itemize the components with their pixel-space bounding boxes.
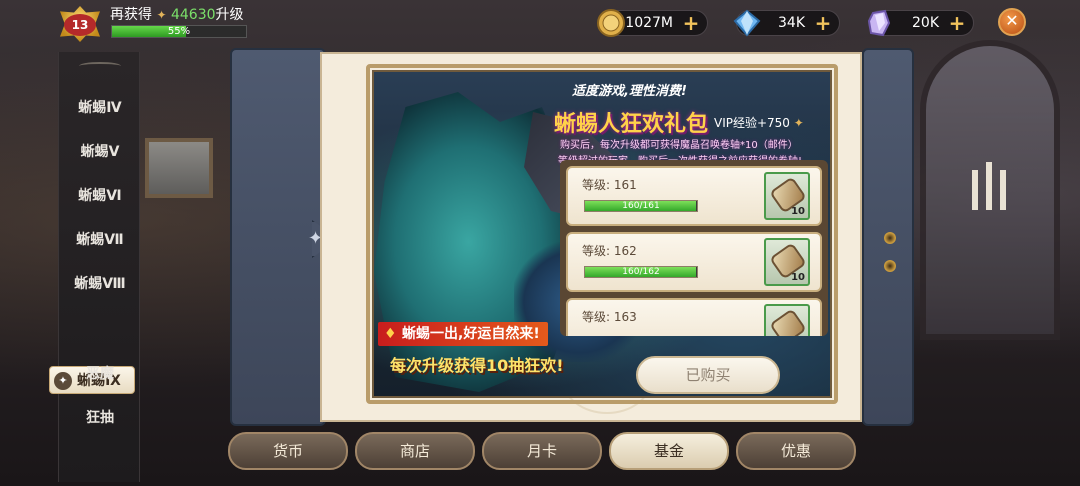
purchased-button[interactable]: 已购买 — [636, 356, 780, 394]
reward-count: 10 — [791, 206, 805, 217]
sidebar-item-demon[interactable]: 恶魔 — [59, 360, 141, 388]
book-cover-left: ✦ — [230, 48, 338, 426]
diamond-value: 34K — [778, 15, 805, 31]
rivet-icon — [884, 260, 896, 272]
currency-crystal: 20K + — [867, 9, 974, 37]
scroll-reward[interactable]: 10 — [764, 304, 810, 336]
exp-progress-bar: 55% — [111, 25, 247, 38]
sidebar-item-lizard-5[interactable]: 蜥蜴Ⅴ — [59, 138, 141, 166]
slogan-2: 每次升级获得10抽狂欢! — [390, 356, 564, 375]
vip-coin-icon: ✦ — [793, 116, 804, 130]
book-cover-right — [862, 48, 914, 426]
slogan-1-text: 蜥蜴一出,好运自然来! — [402, 326, 540, 342]
exp-prefix: 再获得 — [110, 7, 152, 23]
crystal-icon — [867, 9, 891, 37]
scroll-reward[interactable]: 10 — [764, 172, 810, 220]
close-button[interactable]: ✕ — [998, 8, 1026, 36]
currency-gold: 1027M + — [597, 9, 708, 37]
vip-exp-label: VIP经验+750 ✦ — [714, 114, 804, 131]
sidebar-item-lizard-6[interactable]: 蜥蜴Ⅵ — [59, 182, 141, 210]
tab-fund[interactable]: 基金 — [609, 432, 729, 470]
reward-progress-label: 160/162 — [622, 267, 660, 277]
sidebar-item-lizard-8[interactable]: 蜥蜴Ⅷ — [59, 270, 141, 298]
pack-description-1: 购买后，每次升级都可获得魔晶召唤卷轴*10（邮件） — [560, 140, 798, 151]
reward-progress-bar: 160/161 — [584, 200, 698, 212]
slogan-banner: ♦ 蜥蜴一出,好运自然来! — [378, 322, 548, 346]
exp-progress-label: 55% — [167, 26, 191, 37]
tab-currency[interactable]: 货币 — [228, 432, 348, 470]
sidebar-item-lizard-7[interactable]: 蜥蜴Ⅶ — [59, 226, 141, 254]
crystal-value: 20K — [912, 15, 939, 31]
tab-monthly-card[interactable]: 月卡 — [482, 432, 602, 470]
scroll-reward[interactable]: 10 — [764, 238, 810, 286]
list-item: 等级: 163 10 — [566, 298, 822, 336]
top-bar: 13 再获得 ✦ 44630升级 55% 1027M + 34K + 20K +… — [0, 0, 1080, 46]
reward-level: 等级: 162 — [582, 244, 637, 258]
player-level: 13 — [64, 14, 96, 36]
add-gold-button[interactable]: + — [681, 13, 701, 34]
exp-text: 再获得 ✦ 44630升级 — [110, 4, 244, 24]
wall-painting — [145, 138, 213, 198]
reward-count: 10 — [791, 272, 805, 283]
reward-list[interactable]: 等级: 161 160/161 10 等级: 162 160/162 10 等级… — [560, 160, 828, 336]
exp-amount: 44630 — [170, 7, 216, 23]
exp-coin-icon: ✦ — [156, 8, 167, 22]
list-item: 等级: 162 160/162 10 — [566, 232, 822, 292]
sidebar: 蜥蜴Ⅳ 蜥蜴Ⅴ 蜥蜴Ⅵ 蜥蜴Ⅶ 蜥蜴Ⅷ ✦ 蜥蜴Ⅸ 恶魔 狂抽 — [49, 52, 141, 482]
tab-shop[interactable]: 商店 — [355, 432, 475, 470]
currency-diamond: 34K + — [733, 9, 840, 37]
sidebar-item-gacha[interactable]: 狂抽 — [59, 404, 141, 432]
gold-coin-icon — [597, 9, 625, 37]
diamond-bullet-icon: ♦ — [384, 326, 397, 342]
list-item: 等级: 161 160/161 10 — [566, 166, 822, 226]
add-crystal-button[interactable]: + — [947, 13, 967, 34]
reward-level: 等级: 161 — [582, 178, 637, 192]
exp-suffix: 升级 — [215, 7, 244, 23]
reward-progress-bar: 160/162 — [584, 266, 698, 278]
reward-level: 等级: 163 — [582, 310, 637, 324]
moderation-notice: 适度游戏,理性消费! — [572, 84, 687, 99]
gold-value: 1027M — [625, 15, 673, 31]
sidebar-ornament — [79, 62, 121, 70]
add-diamond-button[interactable]: + — [813, 13, 833, 34]
vip-exp-text: VIP经验+750 — [714, 116, 790, 130]
rivet-icon — [884, 232, 896, 244]
pack-title: 蜥蜴人狂欢礼包 — [554, 112, 709, 137]
tab-deals[interactable]: 优惠 — [736, 432, 856, 470]
candles — [970, 150, 1010, 210]
diamond-icon — [733, 9, 761, 37]
summon-scroll-icon — [769, 308, 807, 336]
sidebar-item-lizard-4[interactable]: 蜥蜴Ⅳ — [59, 94, 141, 122]
reward-progress-label: 160/161 — [622, 201, 660, 211]
